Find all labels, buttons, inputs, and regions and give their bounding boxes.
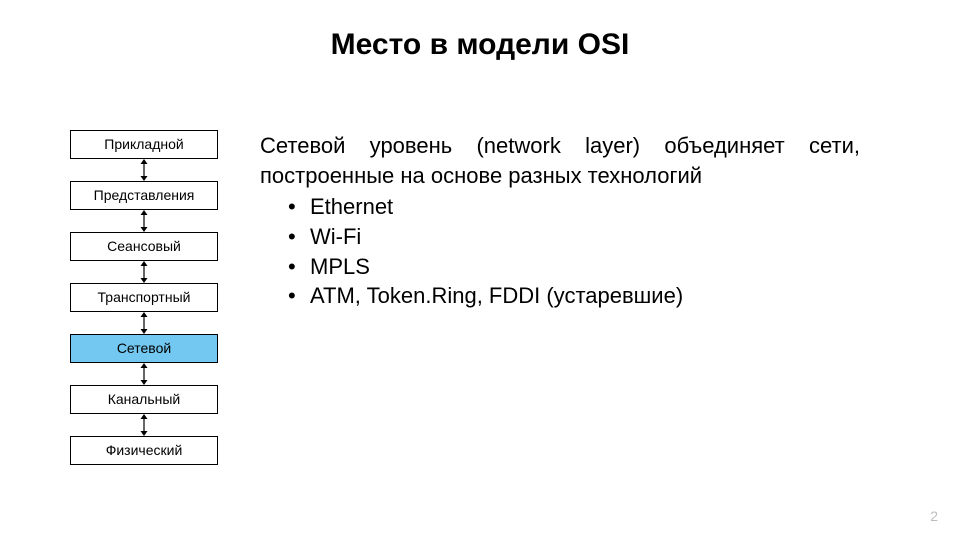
osi-layer: Физический (70, 436, 218, 465)
list-item: ATM, Token.Ring, FDDI (устаревшие) (288, 281, 860, 311)
osi-layer: Сетевой (70, 334, 218, 363)
description-paragraph: Сетевой уровень (network layer) объединя… (260, 131, 860, 190)
osi-layer: Сеансовый (70, 232, 218, 261)
double-arrow-icon (70, 363, 218, 385)
list-item: MPLS (288, 252, 860, 282)
osi-layer: Канальный (70, 385, 218, 414)
double-arrow-icon (70, 414, 218, 436)
osi-layer: Транспортный (70, 283, 218, 312)
list-item: Wi-Fi (288, 222, 860, 252)
double-arrow-icon (70, 261, 218, 283)
list-item: Ethernet (288, 192, 860, 222)
osi-layer: Представления (70, 181, 218, 210)
double-arrow-icon (70, 210, 218, 232)
double-arrow-icon (70, 159, 218, 181)
double-arrow-icon (70, 312, 218, 334)
technology-list: EthernetWi-FiMPLSATM, Token.Ring, FDDI (… (260, 192, 860, 311)
page-number: 2 (930, 508, 938, 524)
osi-layer: Прикладной (70, 130, 218, 159)
slide-title: Место в модели OSI (0, 28, 960, 62)
osi-stack: Прикладной Представления Сеансовый Транспор… (70, 130, 218, 465)
description-block: Сетевой уровень (network layer) объединя… (260, 131, 860, 311)
